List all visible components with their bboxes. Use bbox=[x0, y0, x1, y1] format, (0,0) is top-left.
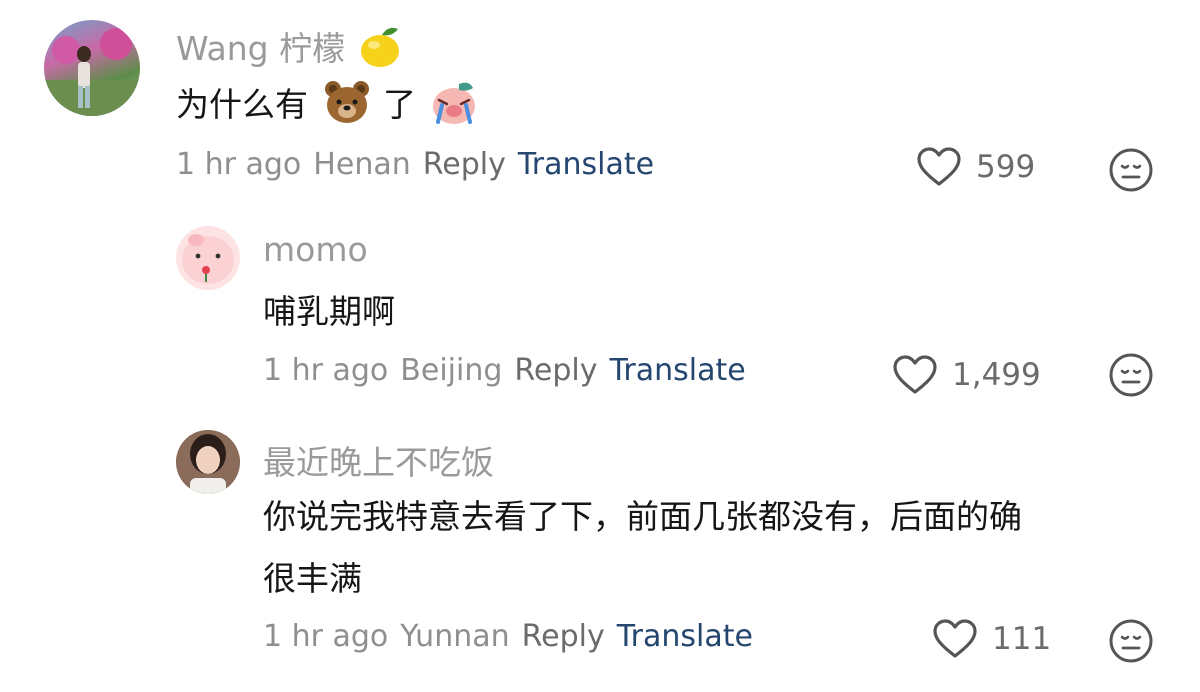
dislike-face-icon[interactable] bbox=[1108, 618, 1154, 664]
like-button[interactable]: 1,499 bbox=[892, 354, 1041, 396]
like-count: 111 bbox=[992, 621, 1052, 657]
timestamp: 1 hr ago bbox=[176, 147, 302, 182]
dislike-face-icon[interactable] bbox=[1108, 352, 1154, 398]
reply-comment-3: 最近晚上不吃饭 你说完我特意去看了下，前面几张都没有，后面的确 很丰满 1 hr… bbox=[0, 410, 1200, 692]
comment-meta: 1 hr ago Beijing Reply Translate bbox=[263, 353, 758, 388]
comment-text: 为什么有 了 bbox=[176, 74, 479, 136]
reply-button[interactable]: Reply bbox=[514, 353, 597, 388]
translate-button[interactable]: Translate bbox=[610, 353, 746, 388]
avatar-wang[interactable] bbox=[44, 20, 140, 116]
like-button[interactable]: 111 bbox=[932, 618, 1051, 660]
lemon-icon bbox=[360, 27, 399, 67]
translate-button[interactable]: Translate bbox=[617, 619, 753, 654]
reply-button[interactable]: Reply bbox=[423, 147, 506, 182]
comment-text: 哺乳期啊 bbox=[263, 292, 395, 331]
username-text: Wang 柠檬 bbox=[176, 29, 346, 68]
crying-pig-icon bbox=[432, 82, 475, 124]
comment-text-line: 很丰满 bbox=[263, 559, 362, 598]
bear-icon bbox=[324, 80, 369, 123]
comment-text-part: 了 bbox=[383, 85, 416, 124]
like-count: 599 bbox=[976, 149, 1036, 185]
translate-button[interactable]: Translate bbox=[518, 147, 654, 182]
comment-meta: 1 hr ago Yunnan Reply Translate bbox=[263, 619, 765, 654]
like-button[interactable]: 599 bbox=[916, 146, 1035, 188]
comment-wang: Wang 柠檬 为什么有 了 1 hr ago Henan Reply Tran… bbox=[0, 0, 1200, 200]
dislike-face-icon[interactable] bbox=[1108, 147, 1154, 193]
comment-text-part: 为什么有 bbox=[176, 85, 308, 124]
avatar-photo bbox=[44, 28, 140, 116]
comment-text-line: 你说完我特意去看了下，前面几张都没有，后面的确 bbox=[263, 497, 1022, 536]
avatar-photo bbox=[176, 430, 240, 494]
location: Yunnan bbox=[400, 619, 510, 654]
heart-outline-icon bbox=[933, 619, 977, 658]
comment-meta: 1 hr ago Henan Reply Translate bbox=[176, 147, 666, 182]
reply-button[interactable]: Reply bbox=[522, 619, 605, 654]
avatar-momo[interactable] bbox=[176, 226, 240, 290]
comment-text: 你说完我特意去看了下，前面几张都没有，后面的确 很丰满 bbox=[263, 486, 1022, 610]
username[interactable]: Wang 柠檬 bbox=[176, 22, 404, 70]
location: Henan bbox=[313, 147, 411, 182]
avatar-illustration bbox=[182, 234, 234, 284]
avatar-user-3[interactable] bbox=[176, 430, 240, 494]
heart-outline-icon bbox=[917, 147, 961, 186]
timestamp: 1 hr ago bbox=[263, 353, 389, 388]
reply-comment-momo: momo 哺乳期啊 1 hr ago Beijing Reply Translate … bbox=[0, 200, 1200, 410]
timestamp: 1 hr ago bbox=[263, 619, 389, 654]
username[interactable]: 最近晚上不吃饭 bbox=[263, 436, 494, 484]
username[interactable]: momo bbox=[263, 230, 368, 269]
location: Beijing bbox=[400, 353, 503, 388]
heart-outline-icon bbox=[893, 355, 937, 394]
like-count: 1,499 bbox=[952, 357, 1041, 393]
